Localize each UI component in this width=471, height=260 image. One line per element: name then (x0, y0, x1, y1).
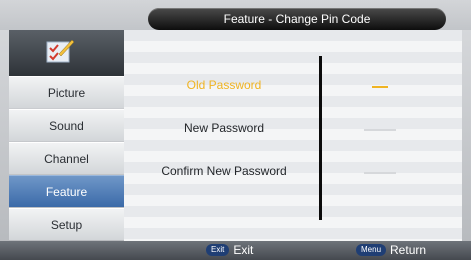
sidebar-item-feature[interactable]: Feature (9, 175, 124, 207)
exit-hint[interactable]: Exit Exit (206, 243, 253, 257)
checklist-pencil-icon (46, 39, 75, 63)
exit-key-badge: Exit (206, 244, 230, 256)
top-bar: Feature - Change Pin Code (0, 0, 471, 30)
new-password-label[interactable]: New Password (124, 121, 324, 135)
sidebar-item-sound[interactable]: Sound (9, 109, 124, 141)
page-title: Feature - Change Pin Code (148, 8, 446, 30)
sidebar-item-channel[interactable]: Channel (9, 142, 124, 174)
sidebar-item-setup[interactable]: Setup (9, 208, 124, 240)
return-label: Return (390, 243, 427, 257)
exit-label: Exit (233, 243, 254, 257)
content-panel: Old Password New Password Confirm New Pa… (124, 30, 462, 241)
sidebar-item-picture[interactable]: Picture (9, 76, 124, 108)
menu-key-badge: Menu (356, 244, 387, 256)
new-password-field[interactable] (364, 129, 396, 131)
old-password-label[interactable]: Old Password (124, 78, 324, 92)
confirm-password-field[interactable] (364, 172, 396, 174)
confirm-password-label[interactable]: Confirm New Password (124, 164, 324, 178)
column-divider (319, 56, 322, 220)
sidebar-logo-cell (9, 30, 124, 76)
osd-window: Feature - Change Pin Code Picture Sound … (0, 0, 471, 260)
old-password-field[interactable] (372, 86, 388, 88)
return-hint[interactable]: Menu Return (356, 243, 426, 257)
bottom-bar: Exit Exit Menu Return (0, 241, 471, 260)
sidebar: Picture Sound Channel Feature Setup (9, 30, 124, 241)
